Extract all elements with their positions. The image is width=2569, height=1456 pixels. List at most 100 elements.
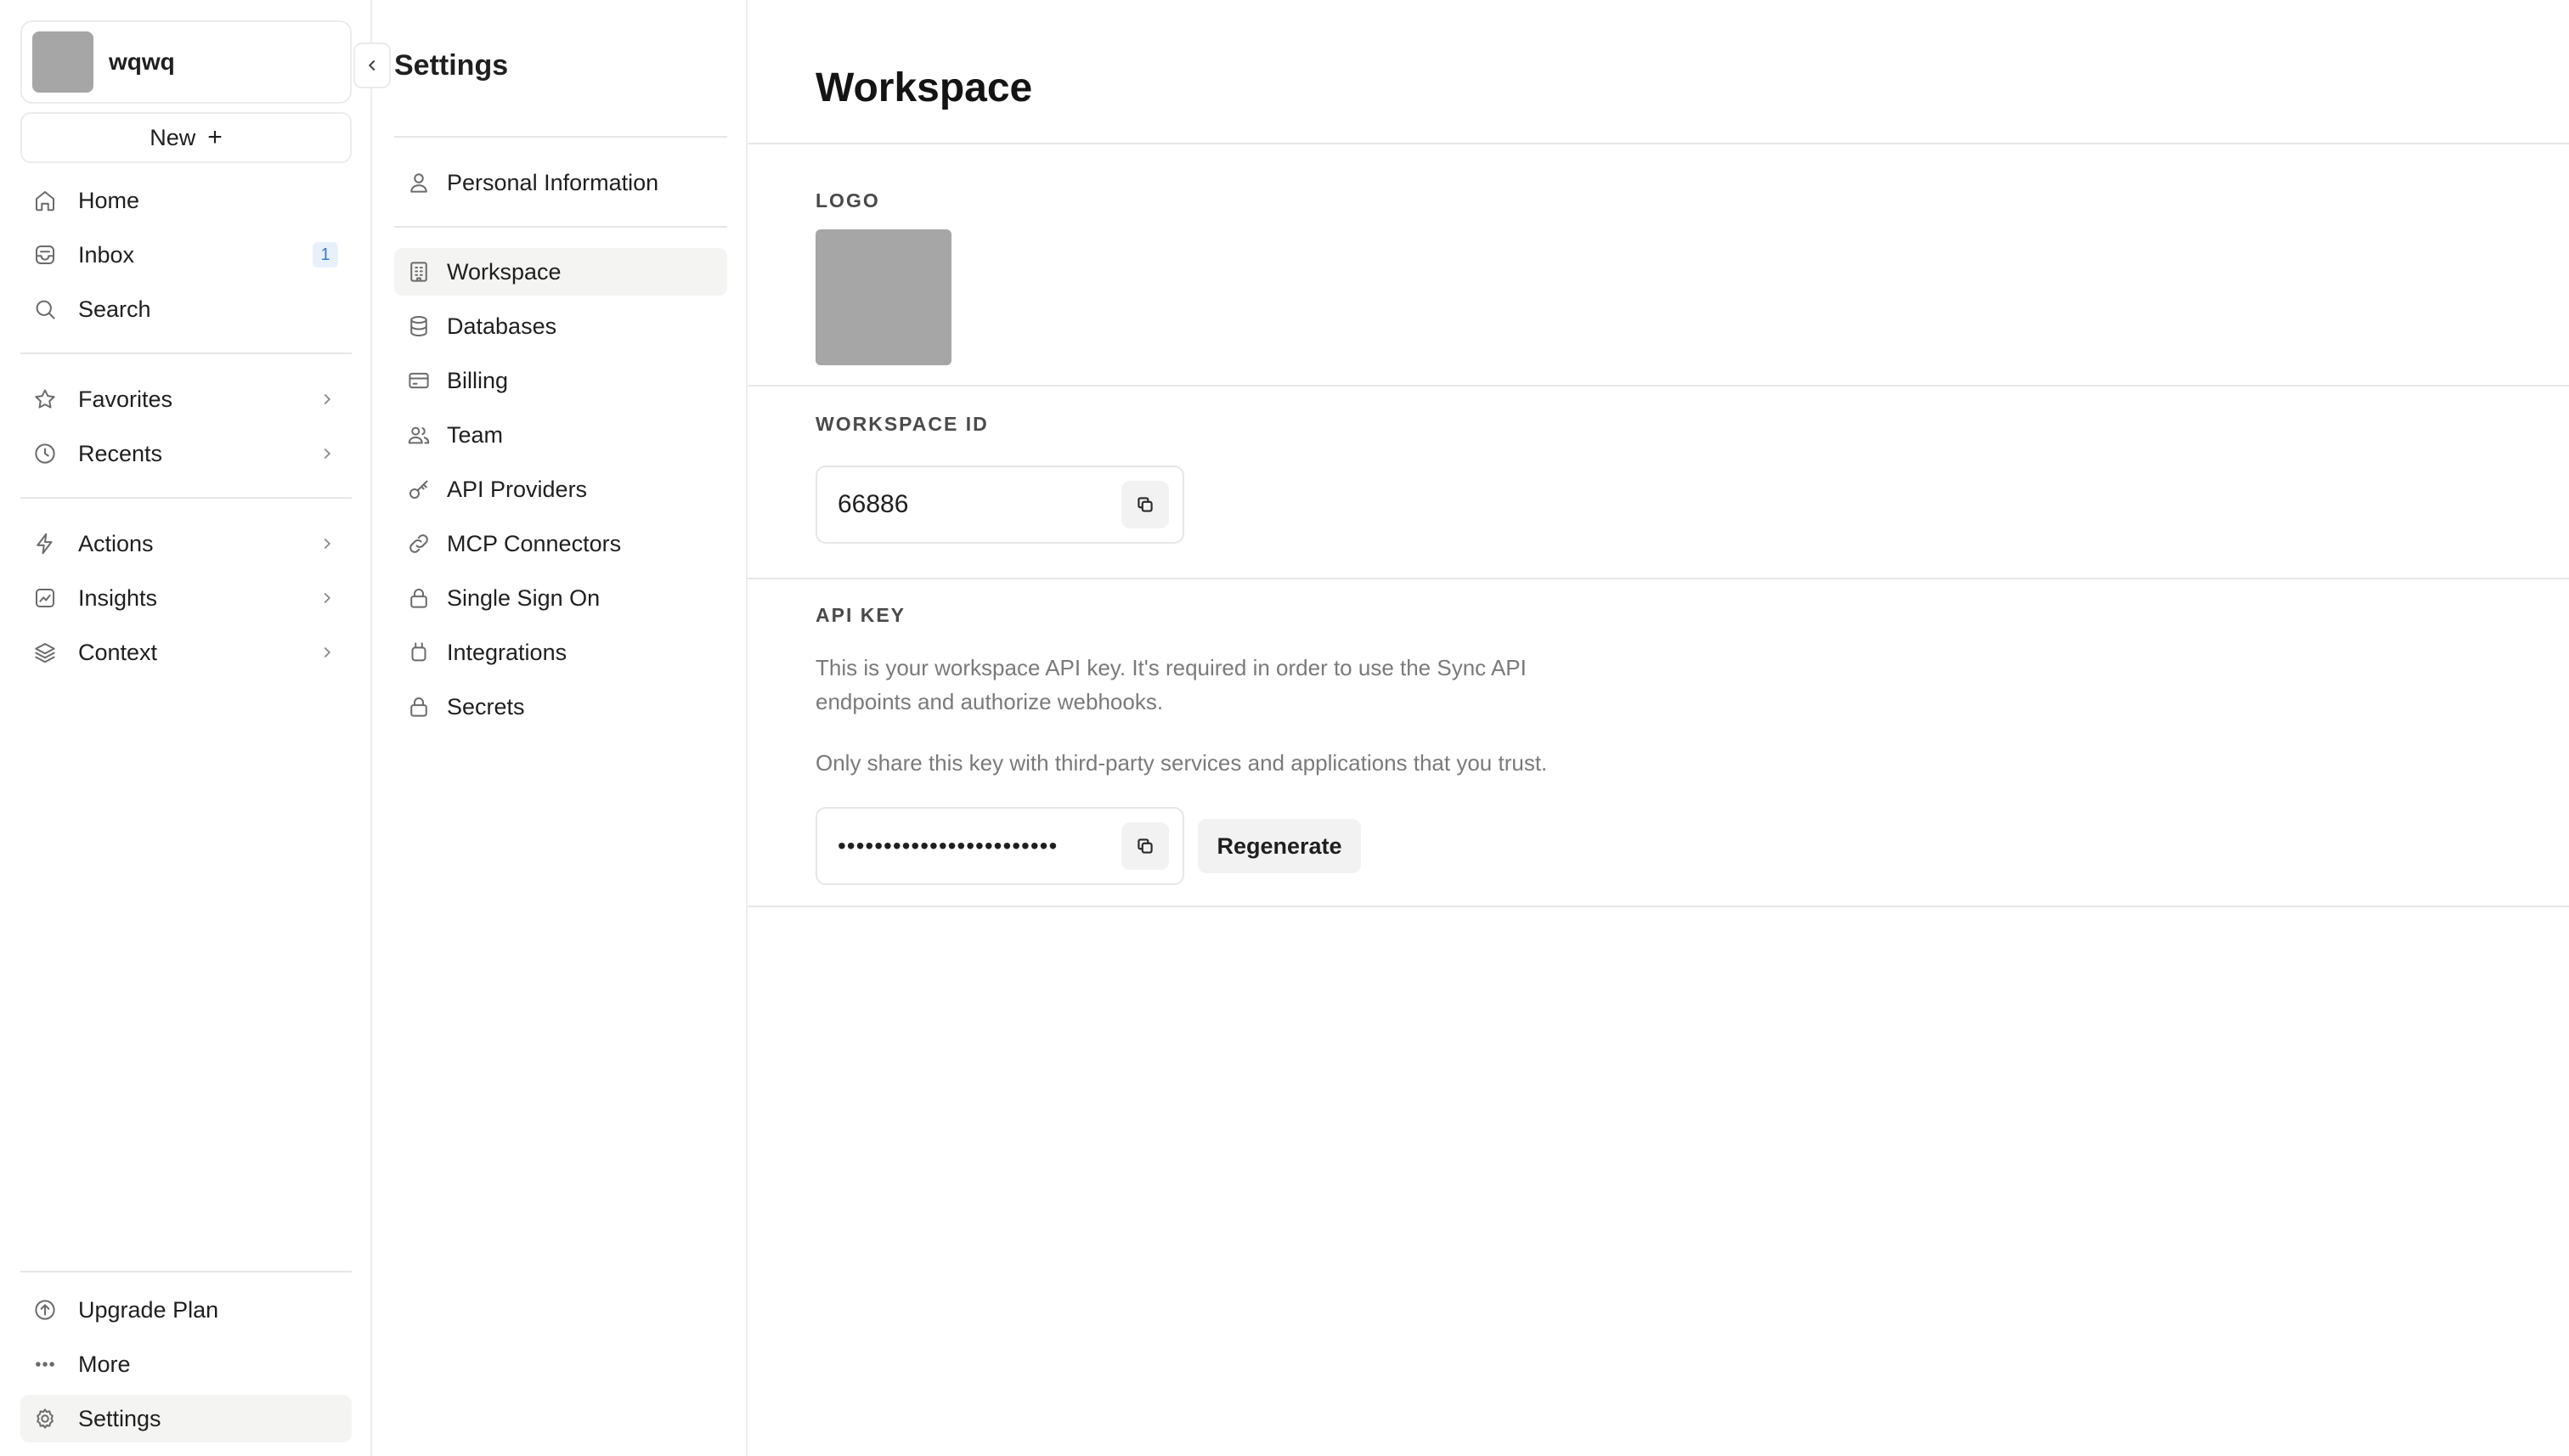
link-icon	[406, 531, 432, 556]
api-key-masked-value: ••••••••••••••••••••••••	[838, 832, 1059, 859]
sidebar-item-label: Inbox	[78, 241, 135, 268]
collapse-sidebar-button[interactable]	[353, 42, 391, 88]
settings-nav-divider	[394, 136, 727, 138]
building-icon	[406, 259, 432, 285]
sidebar-item-upgrade-plan[interactable]: Upgrade Plan	[20, 1286, 352, 1334]
settings-item-databases[interactable]: Databases	[394, 302, 727, 350]
settings-item-secrets[interactable]: Secrets	[394, 683, 727, 731]
sidebar-item-label: Home	[78, 187, 140, 213]
chevron-right-icon	[318, 390, 336, 409]
workspace-id-field[interactable]: 66886	[816, 466, 1184, 544]
database-icon	[406, 313, 432, 339]
clock-icon	[32, 441, 58, 466]
settings-item-label: Secrets	[447, 693, 525, 720]
workspace-switcher[interactable]: wqwq	[20, 20, 352, 104]
sidebar-item-label: Search	[78, 296, 151, 322]
main-content: Workspace LOGO WORKSPACE ID 66886 API KE…	[748, 0, 2569, 1456]
copy-workspace-id-button[interactable]	[1121, 481, 1169, 528]
app-window: wqwq New + Home Inbox 1 Search Favorites	[0, 0, 2569, 1456]
lightning-icon	[32, 531, 58, 556]
api-key-field[interactable]: ••••••••••••••••••••••••	[816, 807, 1184, 885]
inbox-icon	[32, 242, 58, 268]
workspace-logo-upload[interactable]	[816, 229, 951, 365]
workspace-avatar	[32, 31, 93, 93]
section-divider	[748, 385, 2569, 387]
sidebar-item-label: Settings	[78, 1405, 161, 1431]
chevron-right-icon	[318, 444, 336, 463]
more-dots-icon	[32, 1352, 58, 1377]
settings-item-label: Integrations	[447, 639, 567, 665]
settings-item-team[interactable]: Team	[394, 411, 727, 459]
sidebar-item-insights[interactable]: Insights	[20, 574, 352, 622]
settings-nav: Settings Personal Information Workspace …	[372, 0, 748, 1456]
section-divider	[748, 906, 2569, 907]
settings-item-label: Workspace	[447, 258, 562, 285]
star-icon	[32, 387, 58, 412]
sidebar-item-label: Upgrade Plan	[78, 1296, 219, 1323]
lock-icon	[406, 585, 432, 611]
new-button[interactable]: New +	[20, 112, 352, 163]
copy-icon	[1134, 835, 1156, 857]
plug-icon	[406, 640, 432, 665]
settings-item-billing[interactable]: Billing	[394, 357, 727, 404]
settings-item-label: Personal Information	[447, 169, 659, 195]
settings-item-personal-information[interactable]: Personal Information	[394, 159, 727, 206]
sidebar-item-more[interactable]: More	[20, 1340, 352, 1388]
section-divider	[748, 578, 2569, 579]
sidebar-item-settings[interactable]: Settings	[20, 1395, 352, 1442]
sidebar-item-context[interactable]: Context	[20, 629, 352, 676]
api-key-label: API KEY	[816, 604, 906, 626]
arrow-up-circle-icon	[32, 1297, 58, 1323]
settings-item-label: API Providers	[447, 476, 588, 502]
copy-icon	[1134, 494, 1156, 516]
settings-item-label: Billing	[447, 367, 509, 393]
sidebar-item-label: Actions	[78, 530, 154, 556]
new-button-label: New	[150, 124, 196, 150]
settings-item-single-sign-on[interactable]: Single Sign On	[394, 574, 727, 622]
section-divider	[748, 143, 2569, 144]
key-icon	[406, 477, 432, 502]
layers-icon	[32, 640, 58, 665]
inbox-count-badge: 1	[313, 242, 338, 268]
workspace-name: wqwq	[109, 48, 175, 75]
workspace-id-label: WORKSPACE ID	[816, 413, 989, 435]
settings-item-label: MCP Connectors	[447, 530, 622, 556]
logo-section-label: LOGO	[816, 189, 880, 212]
workspace-id-value: 66886	[838, 490, 909, 518]
sidebar: wqwq New + Home Inbox 1 Search Favorites	[0, 0, 372, 1456]
sidebar-item-favorites[interactable]: Favorites	[20, 375, 352, 423]
plus-icon: +	[207, 123, 223, 151]
lock-icon	[406, 694, 432, 720]
sidebar-item-search[interactable]: Search	[20, 285, 352, 333]
sidebar-item-label: Recents	[78, 440, 163, 466]
sidebar-item-label: Insights	[78, 584, 158, 611]
api-key-description-line: This is your workspace API key. It's req…	[816, 655, 1527, 680]
api-key-warning: Only share this key with third-party ser…	[816, 750, 1548, 776]
sidebar-item-actions[interactable]: Actions	[20, 520, 352, 567]
credit-card-icon	[406, 368, 432, 393]
chart-icon	[32, 585, 58, 611]
chevron-right-icon	[318, 643, 336, 662]
settings-item-workspace[interactable]: Workspace	[394, 248, 727, 296]
search-icon	[32, 296, 58, 322]
sidebar-item-home[interactable]: Home	[20, 177, 352, 224]
settings-item-integrations[interactable]: Integrations	[394, 629, 727, 676]
api-key-description-line: endpoints and authorize webhooks.	[816, 689, 1164, 714]
sidebar-divider	[20, 1271, 352, 1273]
sidebar-divider	[20, 497, 352, 499]
chevron-right-icon	[318, 534, 336, 553]
users-icon	[406, 422, 432, 448]
settings-item-label: Team	[447, 421, 504, 448]
user-icon	[406, 170, 432, 195]
settings-item-label: Single Sign On	[447, 584, 601, 611]
sidebar-item-recents[interactable]: Recents	[20, 430, 352, 477]
sidebar-divider	[20, 353, 352, 354]
settings-item-api-providers[interactable]: API Providers	[394, 466, 727, 513]
regenerate-button[interactable]: Regenerate	[1198, 819, 1361, 873]
sidebar-item-label: Context	[78, 639, 158, 665]
copy-api-key-button[interactable]	[1121, 822, 1169, 870]
sidebar-item-inbox[interactable]: Inbox 1	[20, 231, 352, 279]
chevron-right-icon	[318, 589, 336, 607]
settings-item-mcp-connectors[interactable]: MCP Connectors	[394, 520, 727, 567]
settings-title: Settings	[394, 49, 509, 82]
